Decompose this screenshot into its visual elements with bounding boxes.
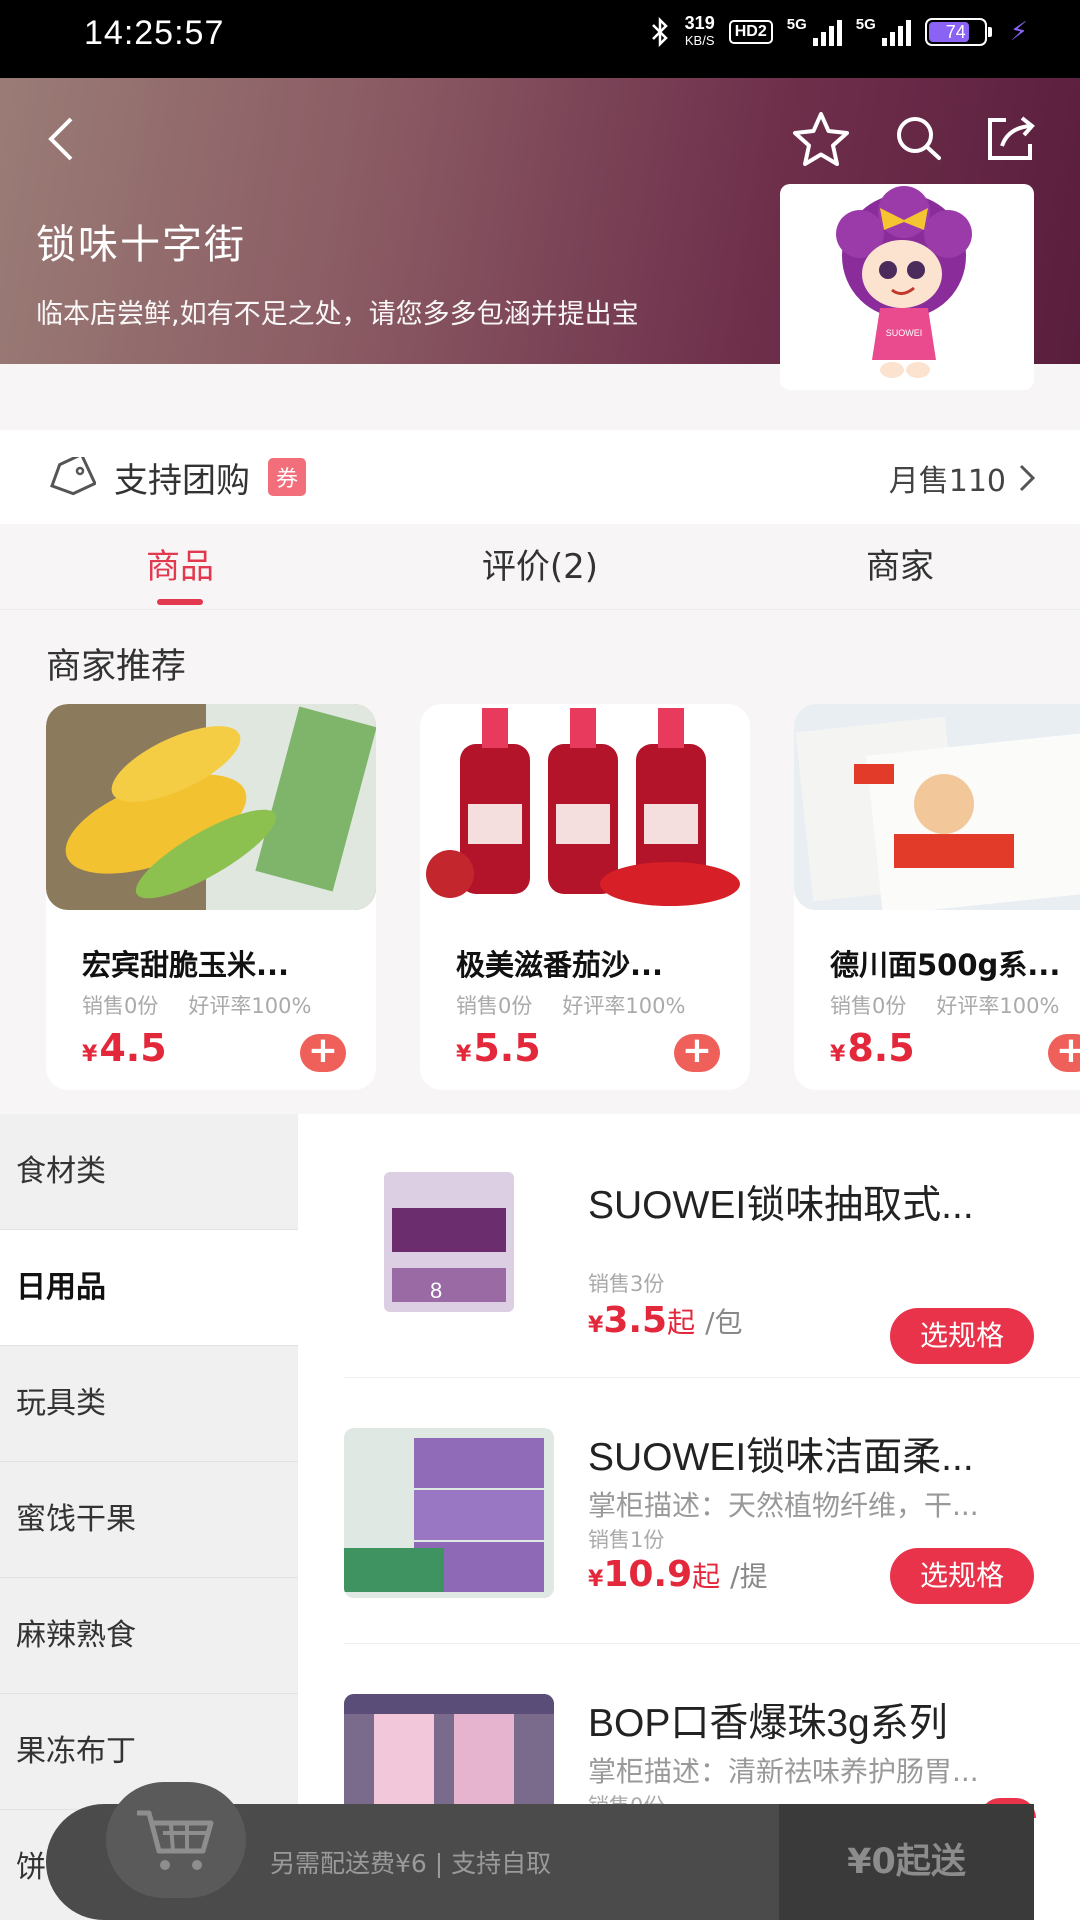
hd-icon: HD2 bbox=[728, 20, 773, 44]
recommend-name: 德川面500g系... bbox=[830, 948, 1061, 982]
signal-icon: 5G bbox=[787, 16, 842, 46]
chevron-right-icon bbox=[1019, 464, 1036, 492]
select-spec-button[interactable]: 选规格 bbox=[890, 1308, 1034, 1364]
tab-reviews[interactable]: 评价(2) bbox=[360, 524, 720, 609]
recommend-card[interactable]: 德川面500g系... 销售0份 好评率100% ¥8.5 + bbox=[794, 704, 1080, 1090]
product-image-noodles bbox=[794, 704, 1080, 910]
recommend-stats: 销售0份 好评率100% bbox=[456, 994, 686, 1018]
tab-bar: 商品 评价(2) 商家 bbox=[0, 524, 1080, 610]
favorite-button[interactable] bbox=[786, 104, 856, 174]
product-name: SUOWEI锁味抽取式... bbox=[588, 1184, 974, 1227]
select-spec-button[interactable]: 选规格 bbox=[890, 1548, 1034, 1604]
recommend-stats: 销售0份 好评率100% bbox=[82, 994, 312, 1018]
product-item[interactable]: 8 SUOWEI锁味抽取式... 销售3份 ¥3.5起/包 选规格 bbox=[344, 1138, 1080, 1378]
add-to-cart-button[interactable]: + bbox=[300, 1033, 346, 1072]
tab-products[interactable]: 商品 bbox=[0, 524, 360, 609]
add-to-cart-button[interactable]: + bbox=[674, 1033, 720, 1072]
back-button[interactable] bbox=[26, 104, 96, 174]
recommend-card[interactable]: 宏宾甜脆玉米... 销售0份 好评率100% ¥4.5 + bbox=[46, 704, 376, 1090]
share-icon bbox=[988, 116, 1035, 160]
product-image-corn bbox=[46, 704, 376, 910]
cart-button[interactable] bbox=[106, 1782, 246, 1898]
recommend-name: 宏宾甜脆玉米... bbox=[82, 948, 290, 982]
tab-merchant[interactable]: 商家 bbox=[720, 524, 1080, 609]
cart-icon bbox=[137, 1810, 214, 1870]
group-buy-label: 支持团购 bbox=[114, 460, 250, 501]
charging-icon: ⚡ bbox=[1009, 17, 1028, 47]
chevron-left-icon bbox=[48, 117, 73, 161]
recommend-section: 商家推荐 宏宾甜脆玉米... 销售0份 好评率100% ¥4.5 + 极美滋番茄… bbox=[0, 610, 1080, 1114]
product-sales: 销售1份 bbox=[588, 1528, 665, 1552]
product-name: BOP口香爆珠3g系列 bbox=[588, 1702, 948, 1745]
recommend-name: 极美滋番茄沙... bbox=[456, 948, 664, 982]
recommend-title: 商家推荐 bbox=[46, 647, 187, 687]
search-icon bbox=[897, 117, 941, 160]
svg-text:SUOWEI: SUOWEI bbox=[886, 328, 923, 338]
product-price: ¥3.5起/包 bbox=[588, 1300, 743, 1341]
category-item[interactable]: 食材类 bbox=[0, 1114, 298, 1230]
product-list: 8 SUOWEI锁味抽取式... 销售3份 ¥3.5起/包 选规格 SUOWEI… bbox=[298, 1114, 1080, 1920]
coupon-badge: 券 bbox=[268, 458, 307, 496]
add-to-cart-button[interactable]: + bbox=[1048, 1033, 1080, 1072]
product-image-tissue: 8 bbox=[344, 1158, 554, 1328]
product-price: ¥10.9起/提 bbox=[588, 1554, 768, 1595]
monthly-sales[interactable]: 月售110 bbox=[889, 456, 1036, 500]
product-name: SUOWEI锁味洁面柔... bbox=[588, 1436, 974, 1479]
recommend-card[interactable]: 极美滋番茄沙... 销售0份 好评率100% ¥5.5 + bbox=[420, 704, 750, 1090]
status-time: 14:25:57 bbox=[84, 14, 225, 52]
battery-icon: 74 bbox=[924, 18, 992, 46]
share-button[interactable] bbox=[976, 104, 1046, 174]
product-image-facial-tissue bbox=[344, 1428, 554, 1598]
checkout-button[interactable]: ¥0起送 bbox=[779, 1804, 1034, 1920]
recommend-price: ¥8.5 bbox=[830, 1026, 915, 1070]
category-item-active[interactable]: 日用品 bbox=[0, 1230, 298, 1346]
category-item[interactable]: 蜜饯干果 bbox=[0, 1462, 298, 1578]
status-bar: 14:25:57 319 KB/S HD2 5G 5G 74 ⚡ bbox=[0, 0, 1080, 78]
category-item[interactable]: 玩具类 bbox=[0, 1346, 298, 1462]
product-sales: 销售3份 bbox=[588, 1272, 665, 1296]
status-icons: 319 KB/S HD2 5G 5G 74 ⚡ bbox=[649, 14, 1028, 50]
net-speed: 319 KB/S bbox=[684, 13, 715, 48]
search-button[interactable] bbox=[884, 104, 954, 174]
shop-logo: SUOWEI bbox=[780, 184, 1034, 390]
product-desc: 掌柜描述：清新祛味养护肠胃... bbox=[588, 1755, 979, 1788]
shop-notice: 临本店尝鲜,如有不足之处，请您多多包涵并提出宝 bbox=[36, 299, 639, 330]
recommend-stats: 销售0份 好评率100% bbox=[830, 994, 1060, 1018]
star-icon bbox=[793, 112, 849, 166]
shop-name: 锁味十字街 bbox=[36, 222, 246, 268]
svg-text:8: 8 bbox=[430, 1278, 442, 1303]
signal-icon-2: 5G bbox=[856, 16, 911, 46]
recommend-price: ¥4.5 bbox=[82, 1026, 167, 1070]
product-desc: 掌柜描述：天然植物纤维，干... bbox=[588, 1489, 979, 1522]
tag-icon bbox=[50, 457, 96, 496]
product-image-ketchup bbox=[420, 704, 750, 910]
recommend-price: ¥5.5 bbox=[456, 1026, 541, 1070]
bluetooth-icon bbox=[651, 17, 668, 47]
delivery-info: 另需配送费¥6 | 支持自取 bbox=[270, 1849, 552, 1878]
product-item[interactable]: SUOWEI锁味洁面柔... 掌柜描述：天然植物纤维，干... 销售1份 ¥10… bbox=[344, 1378, 1080, 1644]
group-buy-row[interactable]: 支持团购 券 月售110 bbox=[0, 430, 1080, 524]
category-item[interactable]: 麻辣熟食 bbox=[0, 1578, 298, 1694]
shop-header: 锁味十字街 临本店尝鲜,如有不足之处，请您多多包涵并提出宝 SUOWEI bbox=[0, 78, 1080, 390]
